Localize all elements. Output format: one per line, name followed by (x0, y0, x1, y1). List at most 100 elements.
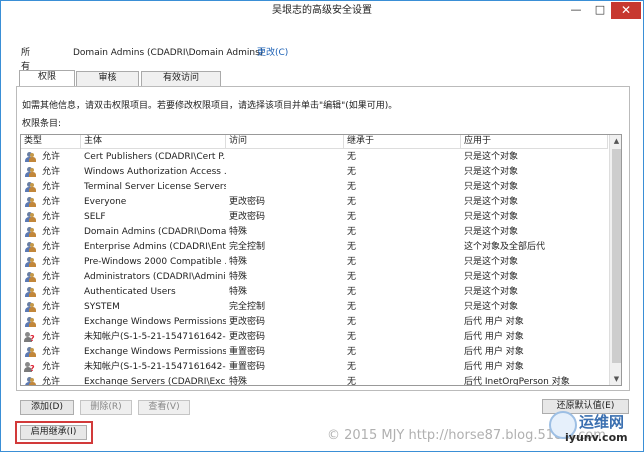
remove-button[interactable]: 删除(R) (80, 400, 132, 415)
row-applies-to: 这个对象及全部后代 (464, 242, 546, 252)
table-row[interactable]: ? 允许 未知帐户(S-1-5-21-1547161642-... 重置密码 无 后代 用… (21, 360, 608, 375)
row-icon-cell (24, 240, 37, 255)
row-type: 允许 (42, 182, 61, 192)
table-row[interactable]: 允许 SELF 更改密码 无 只是这个对象 (21, 210, 608, 225)
row-inherited-from: 无 (347, 347, 357, 357)
row-access: 完全控制 (229, 242, 266, 252)
row-applies-to: 只是这个对象 (464, 227, 519, 237)
row-access (226, 165, 344, 180)
logo-en-text: iyunv.com (565, 431, 628, 444)
table-row[interactable]: 允许 Windows Authorization Access ... 无 只是这个对… (21, 165, 608, 180)
table-row[interactable]: 允许 Exchange Windows Permissions... 重置密码 无 后代… (21, 345, 608, 360)
row-type: 允许 (42, 212, 61, 222)
row-access: 特殊 (229, 257, 248, 267)
row-principal: Terminal Server License Servers... (84, 182, 226, 192)
table-row[interactable]: 允许 Authenticated Users 特殊 无 只是这个对象 (21, 285, 608, 300)
maximize-icon[interactable]: □ (587, 2, 613, 19)
row-access: 重置密码 (229, 362, 266, 372)
column-header-access[interactable]: 访问 (226, 135, 344, 149)
column-header-applies-to[interactable]: 应用于 (461, 135, 608, 149)
row-icon-cell (24, 300, 37, 315)
row-type: 允许 (42, 152, 61, 162)
row-applies-to: 只是这个对象 (464, 257, 519, 267)
table-row[interactable]: 允许 Enterprise Admins (CDADRI\Ent... 完全控制 无 这… (21, 240, 608, 255)
row-principal: Enterprise Admins (CDADRI\Ent... (84, 242, 226, 252)
row-icon-cell (24, 165, 37, 180)
row-applies-to: 后代 用户 对象 (464, 317, 524, 327)
title-bar: 吴垠志的高级安全设置 — □ ✕ (1, 1, 643, 23)
table-row[interactable]: 允许 Everyone 更改密码 无 只是这个对象 (21, 195, 608, 210)
logo-cn-text: 运维网 (579, 413, 625, 431)
row-principal: SELF (84, 212, 106, 222)
row-applies-to: 后代 用户 对象 (464, 362, 524, 372)
row-principal: Administrators (CDADRI\Admini... (84, 272, 226, 282)
row-icon-cell (24, 345, 37, 360)
permission-entries-list[interactable]: 类型 主体 访问 继承于 应用于 允许 Cert Publishers (CDAD… (20, 134, 622, 386)
row-type: 允许 (42, 287, 61, 297)
table-row[interactable]: 允许 Terminal Server License Servers... 无 只是这… (21, 180, 608, 195)
row-icon-cell (24, 225, 37, 240)
row-principal: SYSTEM (84, 302, 120, 312)
table-row[interactable]: 允许 Administrators (CDADRI\Admini... 特殊 无 只是这… (21, 270, 608, 285)
row-inherited-from: 无 (347, 272, 357, 282)
vertical-scrollbar[interactable]: ▲ ▼ (609, 135, 621, 385)
row-icon-cell (24, 255, 37, 270)
row-access: 更改密码 (229, 197, 266, 207)
row-inherited-from: 无 (347, 197, 357, 207)
row-applies-to: 只是这个对象 (464, 152, 519, 162)
row-inherited-from: 无 (347, 317, 357, 327)
add-button[interactable]: 添加(D) (20, 400, 74, 415)
row-icon-cell (24, 375, 37, 385)
advanced-security-settings-window: 吴垠志的高级安全设置 — □ ✕ 所有者: Domain Admins (CDA… (0, 0, 644, 452)
close-icon[interactable]: ✕ (611, 2, 641, 19)
table-row[interactable]: 允许 Exchange Windows Permissions... 更改密码 无 后代… (21, 315, 608, 330)
row-inherited-from: 无 (347, 212, 357, 222)
row-icon-cell (24, 315, 37, 330)
tab-effective-access[interactable]: 有效访问 (141, 71, 221, 86)
row-access: 更改密码 (229, 332, 266, 342)
group-icon (24, 197, 36, 208)
row-type: 允许 (42, 332, 61, 342)
group-icon (24, 212, 36, 223)
row-access: 特殊 (229, 377, 248, 386)
row-access (226, 180, 344, 195)
row-access: 更改密码 (229, 212, 266, 222)
row-applies-to: 后代 InetOrgPerson 对象 (464, 377, 570, 386)
table-row[interactable]: 允许 Exchange Servers (CDADRI\Exc... 特殊 无 后代 I… (21, 375, 608, 386)
scroll-up-icon[interactable]: ▲ (610, 135, 621, 147)
window-title: 吴垠志的高级安全设置 (272, 5, 372, 16)
row-applies-to: 只是这个对象 (464, 197, 519, 207)
row-type: 允许 (42, 197, 61, 207)
view-button[interactable]: 查看(V) (138, 400, 190, 415)
group-icon (24, 302, 36, 313)
row-inherited-from: 无 (347, 377, 357, 386)
scroll-down-icon[interactable]: ▼ (610, 373, 621, 385)
change-owner-link[interactable]: 更改(C) (257, 46, 288, 60)
table-row[interactable]: 允许 Cert Publishers (CDADRI\Cert P... 无 只是这个… (21, 150, 608, 165)
column-header-inherited-from[interactable]: 继承于 (344, 135, 461, 149)
table-row[interactable]: 允许 Pre-Windows 2000 Compatible ... 特殊 无 只是这个… (21, 255, 608, 270)
row-inherited-from: 无 (347, 167, 357, 177)
row-principal: Domain Admins (CDADRI\Doma... (84, 227, 226, 237)
tab-permissions[interactable]: 权限 (19, 70, 75, 87)
column-header-principal[interactable]: 主体 (81, 135, 226, 149)
column-header-type[interactable]: 类型 (21, 135, 81, 149)
group-icon (24, 257, 36, 268)
row-icon-cell (24, 210, 37, 225)
owner-value: Domain Admins (CDADRI\Domain Admins) (73, 48, 264, 58)
row-access: 完全控制 (229, 302, 266, 312)
row-applies-to: 后代 用户 对象 (464, 332, 524, 342)
info-text: 如需其他信息，请双击权限项目。若要修改权限项目，请选择该项目并单击"编辑"(如果… (22, 101, 398, 111)
table-row[interactable]: ? 允许 未知帐户(S-1-5-21-1547161642-... 更改密码 无 后代 用… (21, 330, 608, 345)
table-row[interactable]: 允许 Domain Admins (CDADRI\Doma... 特殊 无 只是这个对象 (21, 225, 608, 240)
tab-auditing[interactable]: 审核 (76, 71, 139, 86)
row-inherited-from: 无 (347, 152, 357, 162)
scroll-thumb[interactable] (612, 149, 621, 363)
minimize-icon[interactable]: — (563, 2, 589, 19)
row-applies-to: 只是这个对象 (464, 167, 519, 177)
row-access: 特殊 (229, 287, 248, 297)
group-icon (24, 272, 36, 283)
table-row[interactable]: 允许 SYSTEM 完全控制 无 只是这个对象 (21, 300, 608, 315)
enable-inheritance-button[interactable]: 启用继承(I) (20, 425, 87, 440)
group-icon (24, 317, 36, 328)
